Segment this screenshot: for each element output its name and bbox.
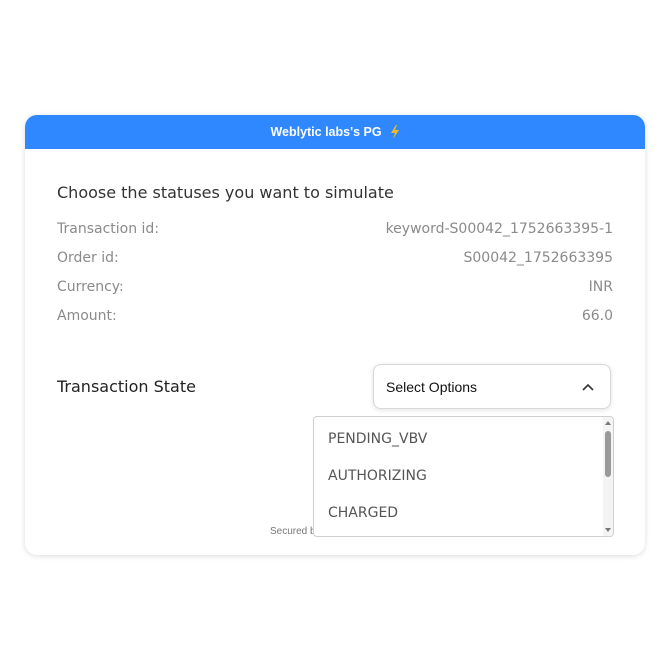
option-charged[interactable]: CHARGED [328,505,398,521]
detail-label: Amount: [57,308,117,324]
header-title: Weblytic labs's PG [270,125,382,139]
detail-row-transaction-id: Transaction id: keyword-S00042_175266339… [57,221,613,237]
header-bar: Weblytic labs's PG [25,115,645,149]
detail-label: Transaction id: [57,221,160,237]
dropdown-scrollbar[interactable] [603,417,613,536]
lightning-bolt-icon [390,125,399,139]
secured-by-text: Secured b [270,526,316,537]
detail-label: Currency: [57,279,124,295]
scrollbar-thumb[interactable] [605,431,611,477]
detail-row-order-id: Order id: S00042_1752663395 [57,250,613,266]
payment-simulator-card: Weblytic labs's PG Choose the statuses y… [25,115,645,555]
option-pending-vbv[interactable]: PENDING_VBV [328,431,427,447]
chevron-up-icon[interactable] [582,383,594,391]
option-authorizing[interactable]: AUTHORIZING [328,468,427,484]
detail-row-currency: Currency: INR [57,279,613,295]
transaction-state-label: Transaction State [57,377,196,396]
scroll-up-arrow-icon[interactable] [605,421,611,425]
detail-value: INR [588,279,613,295]
detail-value: S00042_1752663395 [463,250,614,266]
transaction-state-options[interactable]: PENDING_VBV AUTHORIZING CHARGED [313,416,614,537]
scroll-down-arrow-icon[interactable] [605,528,611,532]
detail-row-amount: Amount: 66.0 [57,308,613,324]
transaction-state-select[interactable]: Select Options [373,364,611,409]
detail-label: Order id: [57,250,119,266]
detail-value: keyword-S00042_1752663395-1 [385,221,613,237]
select-value: Select Options [386,378,478,395]
page-title: Choose the statuses you want to simulate [57,183,394,202]
detail-value: 66.0 [581,308,613,324]
